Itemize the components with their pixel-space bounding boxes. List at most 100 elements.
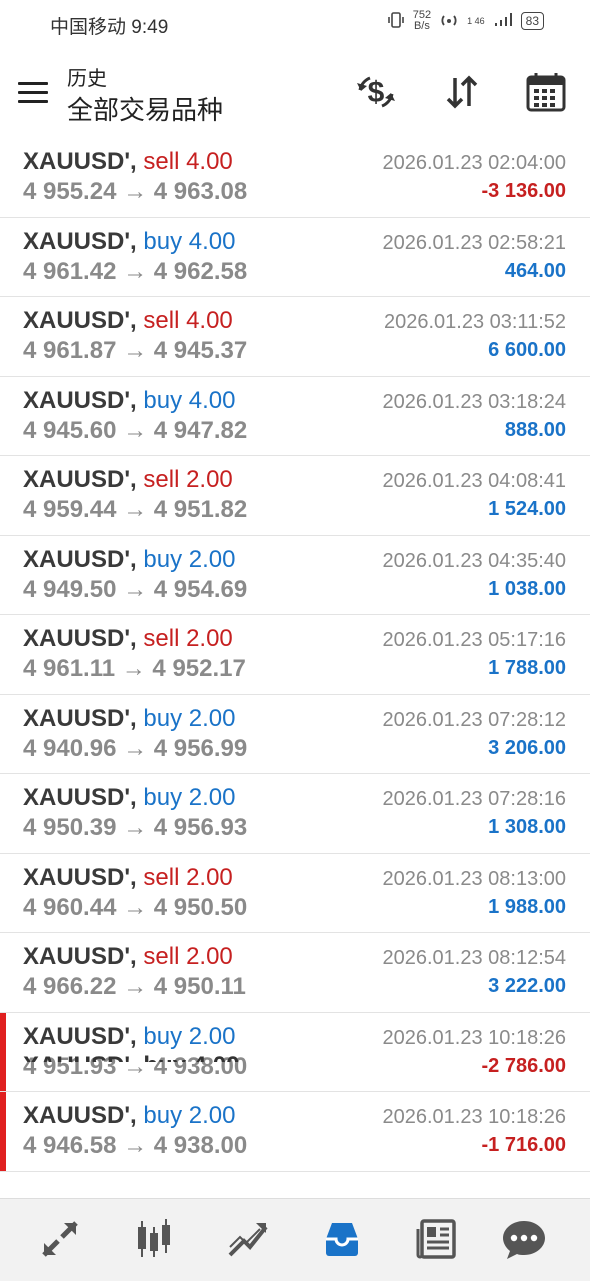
signal-icon xyxy=(493,12,513,31)
trade-symbol-line: XAUUSD', sell 2.00 xyxy=(23,864,233,892)
trade-profit: 1 038.00 xyxy=(488,577,566,600)
order-type: buy 2.00 xyxy=(143,784,236,811)
chat-icon[interactable] xyxy=(496,1213,552,1265)
menu-icon[interactable] xyxy=(18,82,48,104)
sort-icon[interactable] xyxy=(438,68,486,116)
price-range: 4 960.44 → 4 950.50 xyxy=(23,893,248,921)
order-type: sell 4.00 xyxy=(143,148,233,175)
bottom-navigation xyxy=(0,1198,590,1281)
trade-symbol-line: XAUUSD', buy 2.00 xyxy=(23,784,235,812)
symbol: XAUUSD', xyxy=(23,784,137,811)
trade-history-list[interactable]: XAUUSD', sell 4.00 4 955.24 → 4 963.08 202… xyxy=(0,138,590,1198)
trade-profit: -1 716.00 xyxy=(481,1134,566,1156)
trade-time: 2026.01.23 04:08:41 xyxy=(382,470,566,492)
currency-exchange-icon[interactable]: $ xyxy=(352,68,400,116)
trade-symbol-line: XAUUSD', sell 4.00 xyxy=(23,148,233,176)
symbol: XAUUSD', xyxy=(23,386,137,414)
trade-time: 2026.01.23 10:18:26 xyxy=(382,1026,566,1049)
vibrate-icon xyxy=(387,11,405,32)
price-range: 4 966.22 → 4 950.11 xyxy=(23,973,246,1000)
trade-row[interactable]: XAUUSD', sell 4.00 4 955.24 → 4 963.08 202… xyxy=(0,138,590,218)
order-type: buy 2.00 xyxy=(143,704,236,732)
trade-symbol-line: XAUUSD', sell 4.00 xyxy=(23,307,233,335)
trade-profit: 1 988.00 xyxy=(488,895,566,918)
trade-time: 2026.01.23 07:28:16 xyxy=(382,788,566,810)
page-title: 历史 xyxy=(67,68,107,90)
trade-row[interactable]: XAUUSD', sell 2.00 4 959.44 → 4 951.82 202… xyxy=(0,456,590,536)
trade-row[interactable]: XAUUSD', buy 4.00 4 961.42 → 4 962.58 2026… xyxy=(0,218,590,297)
svg-text:$: $ xyxy=(368,76,385,109)
symbol: XAUUSD', xyxy=(23,545,137,573)
order-type: sell 2.00 xyxy=(143,863,233,891)
trade-row[interactable]: XAUUSD', buy 2.00 4 949.50 → 4 954.69 2026… xyxy=(0,536,590,615)
symbol: XAUUSD', xyxy=(23,704,137,732)
trade-row[interactable]: XAUUSD', sell 2.00 4 960.44 → 4 950.50 202… xyxy=(0,854,590,933)
order-type: buy 2.00 xyxy=(143,1102,236,1129)
order-type: sell 2.00 xyxy=(143,625,233,652)
price-range: 4 961.87 → 4 945.37 xyxy=(23,337,248,364)
order-type: sell 2.00 xyxy=(143,943,233,970)
quotes-icon[interactable] xyxy=(32,1213,88,1265)
order-type: buy 4.00 xyxy=(143,386,236,414)
status-bar: 中国移动 9:49 752 B/s 1 46 83 xyxy=(0,0,590,46)
news-icon[interactable] xyxy=(408,1213,464,1265)
order-type: buy 2.00 xyxy=(143,545,236,573)
symbol: XAUUSD', xyxy=(23,466,137,493)
trade-row[interactable]: XAUUSD', buy 4.00 4 945.60 → 4 947.82 2026… xyxy=(0,377,590,456)
trade-time: 2026.01.23 08:12:54 xyxy=(382,947,566,969)
order-type: sell 4.00 xyxy=(143,307,233,334)
trade-profit: 1 788.00 xyxy=(488,657,566,679)
battery-icon: 83 xyxy=(520,12,544,30)
symbol: XAUUSD', xyxy=(23,148,137,175)
calendar-icon[interactable] xyxy=(522,68,570,116)
trade-row[interactable]: XAUUSD', sell 2.00 4 961.11 → 4 952.17 202… xyxy=(0,615,590,695)
status-icons: 752 B/s 1 46 83 xyxy=(387,10,544,32)
symbol: XAUUSD', xyxy=(23,943,137,970)
trade-time: 2026.01.23 07:28:12 xyxy=(382,708,566,731)
price-range: 4 940.96 → 4 956.99 xyxy=(23,734,248,762)
trade-time: 2026.01.23 03:11:52 xyxy=(383,311,566,333)
order-type: sell 2.00 xyxy=(143,466,233,493)
price-range: 4 950.39 → 4 956.93 xyxy=(23,814,248,841)
symbol: XAUUSD', xyxy=(23,1102,137,1129)
trade-icon[interactable] xyxy=(220,1213,276,1265)
trade-row[interactable]: XAUUSD', buy 2.00 4 946.58 → 4 938.00 2026… xyxy=(0,1092,590,1172)
loss-marker xyxy=(0,1012,6,1091)
trade-time: 2026.01.23 04:35:40 xyxy=(382,549,566,572)
price-range: 4 949.50 → 4 954.69 xyxy=(23,575,248,603)
symbol-filter[interactable]: 全部交易品种 xyxy=(67,90,223,127)
trade-symbol-line: XAUUSD', buy 2.00 xyxy=(23,546,235,574)
trade-profit: 6 600.00 xyxy=(488,339,566,361)
price-range: 4 961.11 → 4 952.17 xyxy=(23,655,246,682)
trade-time: 2026.01.23 10:18:26 xyxy=(382,1106,566,1128)
history-icon[interactable] xyxy=(314,1213,370,1265)
trade-symbol-line: XAUUSD', buy 2.00 xyxy=(23,1023,235,1051)
chart-icon[interactable] xyxy=(126,1213,182,1265)
network-label: 1 46 xyxy=(467,16,485,26)
partial-list-item: XAUUSD', buy 4.00 xyxy=(23,1052,239,1062)
trade-row[interactable]: XAUUSD', sell 2.00 4 966.22 → 4 950.11 202… xyxy=(0,933,590,1013)
trade-symbol-line: XAUUSD', buy 2.00 xyxy=(23,1102,235,1130)
trade-row[interactable]: XAUUSD', buy 2.00 4 940.96 → 4 956.99 2026… xyxy=(0,695,590,774)
trade-symbol-line: XAUUSD', buy 4.00 xyxy=(23,228,235,256)
trade-symbol-line: XAUUSD', buy 2.00 xyxy=(23,705,235,733)
trade-profit: 3 206.00 xyxy=(488,736,566,759)
price-range: 4 959.44 → 4 951.82 xyxy=(23,496,248,523)
symbol: XAUUSD', xyxy=(23,227,137,255)
price-range: 4 961.42 → 4 962.58 xyxy=(23,257,248,285)
carrier-time: 中国移动 9:49 xyxy=(50,17,169,38)
symbol: XAUUSD', xyxy=(23,1022,137,1050)
trade-time: 2026.01.23 02:58:21 xyxy=(382,231,566,254)
price-range: 4 945.60 → 4 947.82 xyxy=(23,416,248,444)
trade-profit: 3 222.00 xyxy=(488,975,566,997)
trade-symbol-line: XAUUSD', sell 2.00 xyxy=(23,943,233,971)
trade-time: 2026.01.23 03:18:24 xyxy=(382,390,566,413)
trade-profit: 888.00 xyxy=(504,418,566,441)
order-type: buy 4.00 xyxy=(143,227,236,255)
trade-row[interactable]: XAUUSD', sell 4.00 4 961.87 → 4 945.37 202… xyxy=(0,297,590,377)
trade-symbol-line: XAUUSD', buy 4.00 xyxy=(23,387,235,415)
trade-profit: 1 524.00 xyxy=(488,498,566,520)
trade-time: 2026.01.23 08:13:00 xyxy=(382,867,566,890)
trade-row[interactable]: XAUUSD', buy 2.00 4 950.39 → 4 956.93 2026… xyxy=(0,774,590,854)
hotspot-icon xyxy=(439,11,459,32)
